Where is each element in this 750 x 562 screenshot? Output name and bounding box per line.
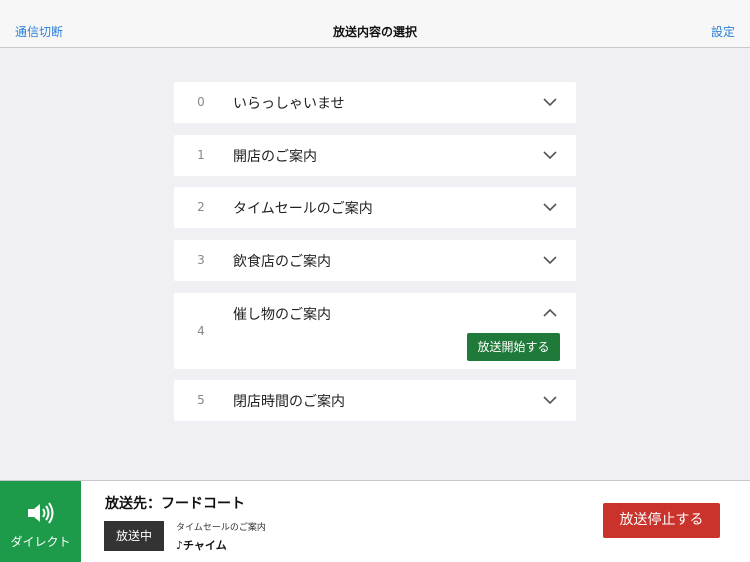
item-index: 0 <box>197 95 205 109</box>
announcement-item-1[interactable]: 1 開店のご案内 <box>174 135 576 176</box>
chevron-down-icon[interactable] <box>542 97 558 107</box>
chevron-up-icon[interactable] <box>542 308 558 318</box>
announcement-item-5[interactable]: 5 閉店時間のご案内 <box>174 380 576 421</box>
now-playing-title: タイムセールのご案内 <box>176 523 266 533</box>
item-label: いらっしゃいませ <box>233 96 345 112</box>
announcement-item-0[interactable]: 0 いらっしゃいませ <box>174 82 576 123</box>
chevron-down-icon[interactable] <box>542 255 558 265</box>
broadcast-destination: 放送先：フードコート <box>105 496 245 512</box>
start-broadcast-button[interactable]: 放送開始する <box>467 333 560 361</box>
now-playing-subtitle: ♪チャイム <box>176 539 227 552</box>
item-label: 閉店時間のご案内 <box>233 394 345 410</box>
item-index: 4 <box>197 324 205 338</box>
chevron-down-icon[interactable] <box>542 202 558 212</box>
broadcast-status-bar: ダイレクト 放送先：フードコート 放送中 タイムセールのご案内 ♪チャイム 放送… <box>0 480 750 562</box>
page-title: 放送内容の選択 <box>332 25 417 39</box>
announcement-item-4[interactable]: 4 催し物のご案内 放送開始する <box>174 293 576 369</box>
status-badge: 放送中 <box>104 521 164 551</box>
announcement-item-3[interactable]: 3 飲食店のご案内 <box>174 240 576 281</box>
direct-broadcast-button[interactable]: ダイレクト <box>0 481 81 562</box>
item-index: 2 <box>197 200 205 214</box>
item-label: 催し物のご案内 <box>233 307 331 323</box>
direct-label: ダイレクト <box>10 535 71 549</box>
chevron-down-icon[interactable] <box>542 395 558 405</box>
announcement-item-2[interactable]: 2 タイムセールのご案内 <box>174 187 576 228</box>
speaker-icon <box>26 501 56 529</box>
stop-broadcast-button[interactable]: 放送停止する <box>603 503 720 538</box>
item-index: 5 <box>197 393 205 407</box>
navigation-bar: 通信切断 放送内容の選択 設定 <box>0 0 750 48</box>
settings-button[interactable]: 設定 <box>711 23 735 40</box>
item-index: 1 <box>197 148 205 162</box>
item-label: 開店のご案内 <box>233 149 317 165</box>
item-label: タイムセールのご案内 <box>233 201 373 217</box>
item-index: 3 <box>197 253 205 267</box>
item-label: 飲食店のご案内 <box>233 254 331 270</box>
chevron-down-icon[interactable] <box>542 150 558 160</box>
